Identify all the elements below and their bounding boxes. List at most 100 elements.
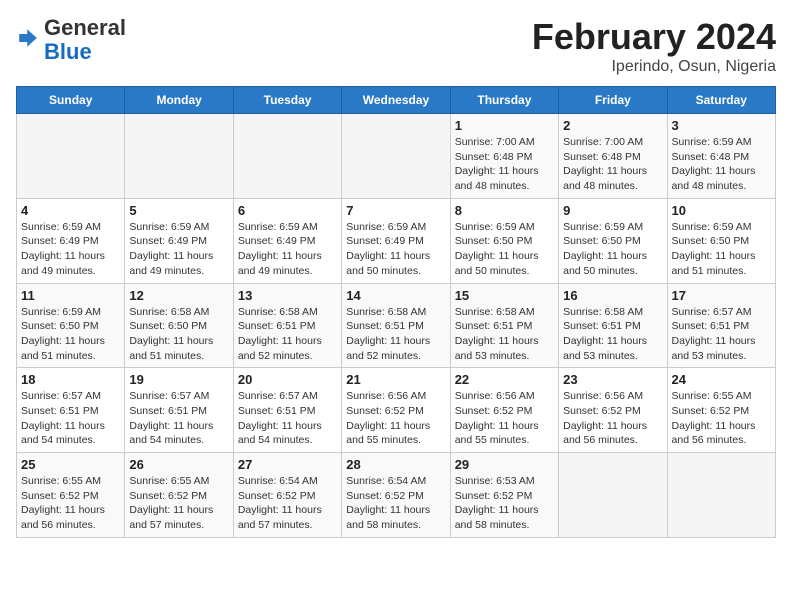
calendar-cell: 11 Sunrise: 6:59 AM Sunset: 6:50 PM Dayli… <box>17 283 125 368</box>
day-number: 16 <box>563 288 662 303</box>
calendar-cell: 10 Sunrise: 6:59 AM Sunset: 6:50 PM Dayli… <box>667 198 775 283</box>
calendar-cell <box>559 453 667 538</box>
day-number: 13 <box>238 288 337 303</box>
day-number: 10 <box>672 203 771 218</box>
weekday-header-wednesday: Wednesday <box>342 87 450 114</box>
day-info: Sunrise: 6:57 AM Sunset: 6:51 PM Dayligh… <box>21 389 120 448</box>
calendar-cell: 4 Sunrise: 6:59 AM Sunset: 6:49 PM Daylig… <box>17 198 125 283</box>
calendar-cell <box>125 114 233 199</box>
calendar-week-3: 11 Sunrise: 6:59 AM Sunset: 6:50 PM Dayli… <box>17 283 776 368</box>
logo-blue-text: Blue <box>44 39 92 64</box>
calendar-cell: 1Sunrise: 7:00 AM Sunset: 6:48 PM Daylig… <box>450 114 558 199</box>
calendar-cell: 21 Sunrise: 6:56 AM Sunset: 6:52 PM Dayli… <box>342 368 450 453</box>
calendar-cell: 27 Sunrise: 6:54 AM Sunset: 6:52 PM Dayli… <box>233 453 341 538</box>
day-number: 2 <box>563 118 662 133</box>
calendar-cell: 7 Sunrise: 6:59 AM Sunset: 6:49 PM Daylig… <box>342 198 450 283</box>
day-number: 27 <box>238 457 337 472</box>
day-info: Sunrise: 7:00 AM Sunset: 6:48 PM Dayligh… <box>455 135 554 194</box>
calendar-cell: 16 Sunrise: 6:58 AM Sunset: 6:51 PM Dayli… <box>559 283 667 368</box>
day-number: 7 <box>346 203 445 218</box>
day-number: 29 <box>455 457 554 472</box>
weekday-header-tuesday: Tuesday <box>233 87 341 114</box>
day-number: 17 <box>672 288 771 303</box>
day-number: 12 <box>129 288 228 303</box>
logo-general-text: General <box>44 15 126 40</box>
day-number: 8 <box>455 203 554 218</box>
day-info: Sunrise: 7:00 AM Sunset: 6:48 PM Dayligh… <box>563 135 662 194</box>
calendar-cell: 6 Sunrise: 6:59 AM Sunset: 6:49 PM Daylig… <box>233 198 341 283</box>
calendar-cell <box>342 114 450 199</box>
logo-icon <box>16 26 40 50</box>
calendar-cell <box>667 453 775 538</box>
day-info: Sunrise: 6:55 AM Sunset: 6:52 PM Dayligh… <box>21 474 120 533</box>
day-number: 14 <box>346 288 445 303</box>
day-info: Sunrise: 6:58 AM Sunset: 6:51 PM Dayligh… <box>455 305 554 364</box>
day-info: Sunrise: 6:56 AM Sunset: 6:52 PM Dayligh… <box>563 389 662 448</box>
day-number: 21 <box>346 372 445 387</box>
calendar-cell: 28Sunrise: 6:54 AM Sunset: 6:52 PM Dayli… <box>342 453 450 538</box>
day-info: Sunrise: 6:54 AM Sunset: 6:52 PM Dayligh… <box>346 474 445 533</box>
calendar-cell: 25 Sunrise: 6:55 AM Sunset: 6:52 PM Dayli… <box>17 453 125 538</box>
day-number: 22 <box>455 372 554 387</box>
calendar-cell: 5 Sunrise: 6:59 AM Sunset: 6:49 PM Daylig… <box>125 198 233 283</box>
calendar-cell: 13Sunrise: 6:58 AM Sunset: 6:51 PM Dayli… <box>233 283 341 368</box>
location-subtitle: Iperindo, Osun, Nigeria <box>532 58 776 76</box>
day-info: Sunrise: 6:55 AM Sunset: 6:52 PM Dayligh… <box>672 389 771 448</box>
day-number: 23 <box>563 372 662 387</box>
day-info: Sunrise: 6:58 AM Sunset: 6:50 PM Dayligh… <box>129 305 228 364</box>
calendar-cell: 20 Sunrise: 6:57 AM Sunset: 6:51 PM Dayli… <box>233 368 341 453</box>
month-year-title: February 2024 <box>532 16 776 58</box>
day-number: 26 <box>129 457 228 472</box>
calendar-cell: 14 Sunrise: 6:58 AM Sunset: 6:51 PM Dayli… <box>342 283 450 368</box>
day-info: Sunrise: 6:56 AM Sunset: 6:52 PM Dayligh… <box>346 389 445 448</box>
day-number: 20 <box>238 372 337 387</box>
day-info: Sunrise: 6:59 AM Sunset: 6:49 PM Dayligh… <box>238 220 337 279</box>
calendar-week-1: 1Sunrise: 7:00 AM Sunset: 6:48 PM Daylig… <box>17 114 776 199</box>
calendar-week-2: 4 Sunrise: 6:59 AM Sunset: 6:49 PM Daylig… <box>17 198 776 283</box>
calendar-cell: 19Sunrise: 6:57 AM Sunset: 6:51 PM Dayli… <box>125 368 233 453</box>
calendar-cell: 23 Sunrise: 6:56 AM Sunset: 6:52 PM Dayli… <box>559 368 667 453</box>
calendar-cell: 9 Sunrise: 6:59 AM Sunset: 6:50 PM Daylig… <box>559 198 667 283</box>
day-number: 5 <box>129 203 228 218</box>
day-number: 11 <box>21 288 120 303</box>
calendar-cell: 26 Sunrise: 6:55 AM Sunset: 6:52 PM Dayli… <box>125 453 233 538</box>
calendar-cell: 24 Sunrise: 6:55 AM Sunset: 6:52 PM Dayli… <box>667 368 775 453</box>
day-info: Sunrise: 6:59 AM Sunset: 6:50 PM Dayligh… <box>455 220 554 279</box>
day-info: Sunrise: 6:58 AM Sunset: 6:51 PM Dayligh… <box>346 305 445 364</box>
day-info: Sunrise: 6:59 AM Sunset: 6:49 PM Dayligh… <box>21 220 120 279</box>
day-info: Sunrise: 6:56 AM Sunset: 6:52 PM Dayligh… <box>455 389 554 448</box>
day-info: Sunrise: 6:55 AM Sunset: 6:52 PM Dayligh… <box>129 474 228 533</box>
day-number: 6 <box>238 203 337 218</box>
weekday-header-friday: Friday <box>559 87 667 114</box>
day-number: 4 <box>21 203 120 218</box>
day-number: 25 <box>21 457 120 472</box>
calendar-cell: 22 Sunrise: 6:56 AM Sunset: 6:52 PM Dayli… <box>450 368 558 453</box>
calendar-cell: 8 Sunrise: 6:59 AM Sunset: 6:50 PM Daylig… <box>450 198 558 283</box>
calendar-cell: 17 Sunrise: 6:57 AM Sunset: 6:51 PM Dayli… <box>667 283 775 368</box>
calendar-cell: 15Sunrise: 6:58 AM Sunset: 6:51 PM Dayli… <box>450 283 558 368</box>
day-number: 9 <box>563 203 662 218</box>
day-number: 24 <box>672 372 771 387</box>
day-info: Sunrise: 6:59 AM Sunset: 6:48 PM Dayligh… <box>672 135 771 194</box>
title-block: February 2024 Iperindo, Osun, Nigeria <box>532 16 776 76</box>
day-info: Sunrise: 6:57 AM Sunset: 6:51 PM Dayligh… <box>238 389 337 448</box>
day-info: Sunrise: 6:53 AM Sunset: 6:52 PM Dayligh… <box>455 474 554 533</box>
day-info: Sunrise: 6:58 AM Sunset: 6:51 PM Dayligh… <box>563 305 662 364</box>
day-info: Sunrise: 6:57 AM Sunset: 6:51 PM Dayligh… <box>672 305 771 364</box>
calendar-cell: 18Sunrise: 6:57 AM Sunset: 6:51 PM Dayli… <box>17 368 125 453</box>
calendar-week-5: 25 Sunrise: 6:55 AM Sunset: 6:52 PM Dayli… <box>17 453 776 538</box>
day-info: Sunrise: 6:59 AM Sunset: 6:50 PM Dayligh… <box>672 220 771 279</box>
day-info: Sunrise: 6:59 AM Sunset: 6:49 PM Dayligh… <box>346 220 445 279</box>
calendar-cell: 2 Sunrise: 7:00 AM Sunset: 6:48 PM Daylig… <box>559 114 667 199</box>
calendar-cell: 12 Sunrise: 6:58 AM Sunset: 6:50 PM Dayli… <box>125 283 233 368</box>
weekday-header-thursday: Thursday <box>450 87 558 114</box>
calendar-cell <box>233 114 341 199</box>
day-info: Sunrise: 6:59 AM Sunset: 6:49 PM Dayligh… <box>129 220 228 279</box>
day-number: 3 <box>672 118 771 133</box>
calendar-cell: 3 Sunrise: 6:59 AM Sunset: 6:48 PM Daylig… <box>667 114 775 199</box>
page-header: General Blue February 2024 Iperindo, Osu… <box>16 16 776 76</box>
day-info: Sunrise: 6:54 AM Sunset: 6:52 PM Dayligh… <box>238 474 337 533</box>
day-info: Sunrise: 6:59 AM Sunset: 6:50 PM Dayligh… <box>21 305 120 364</box>
weekday-header-monday: Monday <box>125 87 233 114</box>
day-info: Sunrise: 6:59 AM Sunset: 6:50 PM Dayligh… <box>563 220 662 279</box>
